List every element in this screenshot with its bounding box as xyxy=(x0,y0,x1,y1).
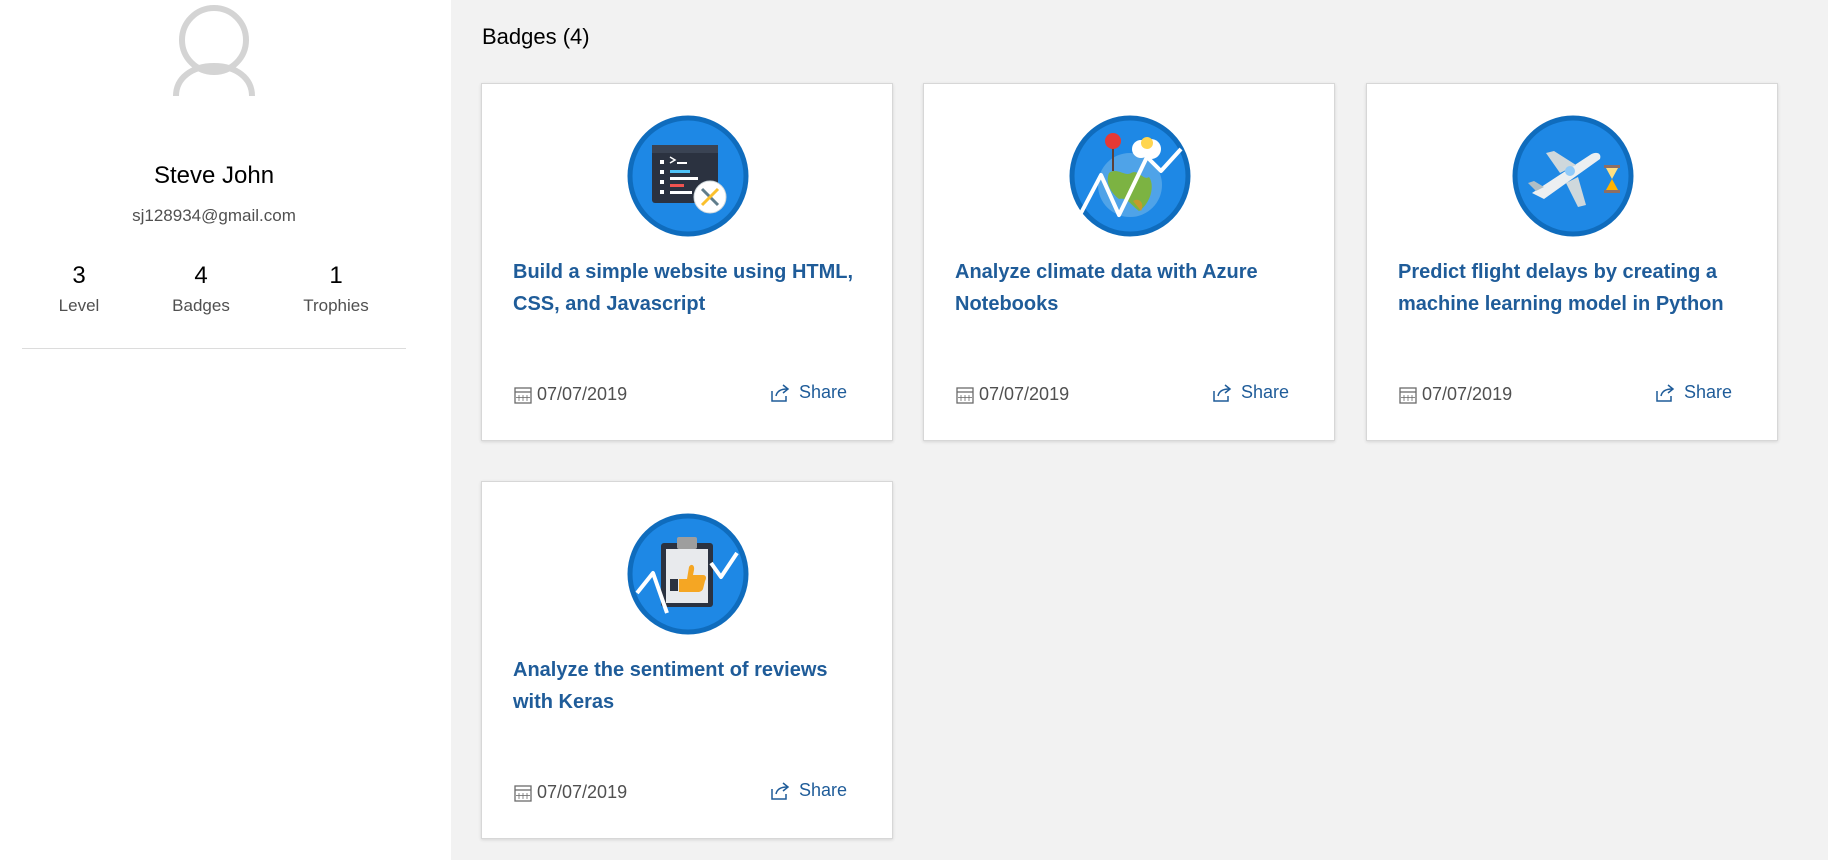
stat-label: Trophies xyxy=(303,296,369,315)
share-icon xyxy=(771,781,790,800)
stat-badges: 4 Badges xyxy=(141,262,261,316)
user-avatar-icon xyxy=(173,5,255,96)
badge-card: Analyze the sentiment of reviews with Ke… xyxy=(481,481,893,839)
stat-label: Badges xyxy=(172,296,230,315)
clipboard-thumbs-up-icon xyxy=(627,513,749,635)
profile-email: sj128934@gmail.com xyxy=(132,206,296,225)
stat-trophies: 1 Trophies xyxy=(276,262,396,316)
share-button[interactable]: Share xyxy=(769,382,847,403)
share-button[interactable]: Share xyxy=(1654,382,1732,403)
badge-date: 07/07/2019 xyxy=(513,384,627,405)
share-label: Share xyxy=(1240,382,1289,402)
badge-date-text: 07/07/2019 xyxy=(1422,384,1513,404)
code-tools-icon xyxy=(627,115,749,237)
share-label: Share xyxy=(798,382,847,402)
stat-value: 4 xyxy=(194,262,208,289)
badge-card: Analyze climate data with Azure Notebook… xyxy=(923,83,1335,441)
calendar-icon xyxy=(1399,386,1417,404)
badge-title-link[interactable]: Analyze the sentiment of reviews with Ke… xyxy=(513,654,863,718)
badge-date: 07/07/2019 xyxy=(955,384,1069,405)
badge-date-text: 07/07/2019 xyxy=(537,782,628,802)
share-icon xyxy=(1656,383,1675,402)
stat-label: Level xyxy=(58,296,100,315)
calendar-icon xyxy=(956,386,974,404)
stat-level: 3 Level xyxy=(19,262,139,316)
share-button[interactable]: Share xyxy=(769,780,847,801)
badge-title-link[interactable]: Predict flight delays by creating a mach… xyxy=(1398,256,1748,320)
badge-card: Build a simple website using HTML, CSS, … xyxy=(481,83,893,441)
airplane-hourglass-icon xyxy=(1512,115,1634,237)
share-label: Share xyxy=(1683,382,1732,402)
profile-name: Steve John xyxy=(153,162,275,189)
share-label: Share xyxy=(798,780,847,800)
badge-date-text: 07/07/2019 xyxy=(537,384,628,404)
badges-section-title: Badges (4) xyxy=(482,24,590,49)
share-icon xyxy=(771,383,790,402)
calendar-icon xyxy=(514,386,532,404)
badge-title-link[interactable]: Build a simple website using HTML, CSS, … xyxy=(513,256,863,320)
badge-date: 07/07/2019 xyxy=(1398,384,1512,405)
climate-globe-icon xyxy=(1069,115,1191,237)
profile-sidebar: Steve John sj128934@gmail.com 3 Level 4 … xyxy=(0,0,451,860)
calendar-icon xyxy=(514,784,532,802)
badge-title-link[interactable]: Analyze climate data with Azure Notebook… xyxy=(955,256,1305,320)
badge-card: Predict flight delays by creating a mach… xyxy=(1366,83,1778,441)
stat-value: 1 xyxy=(329,262,343,289)
sidebar-divider xyxy=(22,348,406,349)
badge-date: 07/07/2019 xyxy=(513,782,627,803)
badge-date-text: 07/07/2019 xyxy=(979,384,1070,404)
share-icon xyxy=(1213,383,1232,402)
stat-value: 3 xyxy=(72,262,86,289)
share-button[interactable]: Share xyxy=(1211,382,1289,403)
